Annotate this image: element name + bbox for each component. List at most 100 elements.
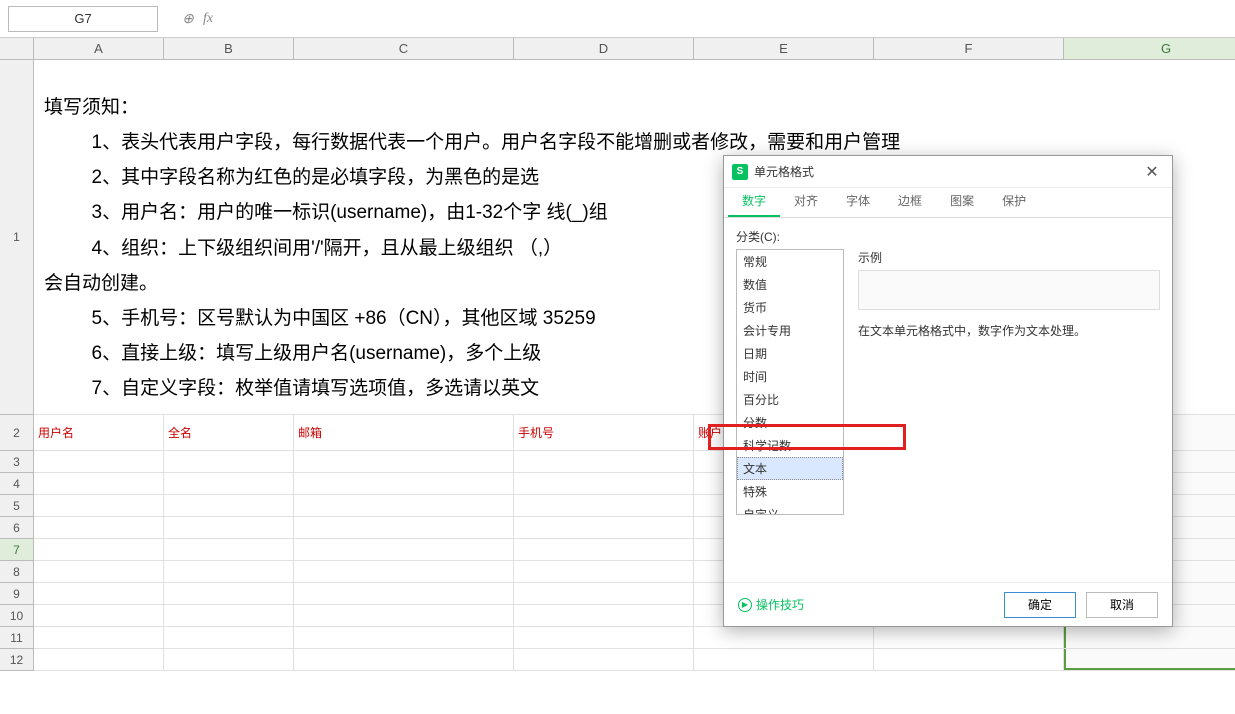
row-header-8[interactable]: 8 [0, 561, 34, 583]
cell-B3[interactable] [164, 451, 294, 472]
row-header-4[interactable]: 4 [0, 473, 34, 495]
cell-G11[interactable] [1064, 627, 1235, 648]
cell-C11[interactable] [294, 627, 514, 648]
cell-C6[interactable] [294, 517, 514, 538]
category-item-自定义[interactable]: 自定义 [737, 503, 843, 515]
cell-A9[interactable] [34, 583, 164, 604]
column-header-A[interactable]: A [34, 38, 164, 59]
cell-A10[interactable] [34, 605, 164, 626]
cell-A3[interactable] [34, 451, 164, 472]
column-header-G[interactable]: G [1064, 38, 1235, 59]
cell-D9[interactable] [514, 583, 694, 604]
cell-D12[interactable] [514, 649, 694, 670]
cell-D7[interactable] [514, 539, 694, 560]
play-icon: ▶ [738, 598, 752, 612]
row-header-6[interactable]: 6 [0, 517, 34, 539]
column-header-D[interactable]: D [514, 38, 694, 59]
category-item-百分比[interactable]: 百分比 [737, 388, 843, 411]
category-item-会计专用[interactable]: 会计专用 [737, 319, 843, 342]
row-header-2[interactable]: 2 [0, 415, 34, 451]
name-box[interactable]: G7 [8, 6, 158, 32]
cell-B9[interactable] [164, 583, 294, 604]
cell-C7[interactable] [294, 539, 514, 560]
category-item-数值[interactable]: 数值 [737, 273, 843, 296]
category-item-常规[interactable]: 常规 [737, 250, 843, 273]
cancel-button[interactable]: 取消 [1086, 592, 1158, 618]
close-icon[interactable]: ✕ [1140, 160, 1164, 184]
fx-icon[interactable]: fx [198, 11, 218, 27]
row-header-9[interactable]: 9 [0, 583, 34, 605]
column-header-F[interactable]: F [874, 38, 1064, 59]
cell-D10[interactable] [514, 605, 694, 626]
category-item-文本[interactable]: 文本 [737, 457, 843, 480]
app-logo-icon: S [732, 164, 748, 180]
header-cell-B[interactable]: 全名 [164, 415, 294, 450]
cell-C9[interactable] [294, 583, 514, 604]
cell-B5[interactable] [164, 495, 294, 516]
ok-button[interactable]: 确定 [1004, 592, 1076, 618]
cell-D6[interactable] [514, 517, 694, 538]
header-cell-A[interactable]: 用户名 [34, 415, 164, 450]
column-headers: ABCDEFG [0, 38, 1235, 60]
row-header-3[interactable]: 3 [0, 451, 34, 473]
row-header-1[interactable]: 1 [0, 60, 34, 415]
row-header-11[interactable]: 11 [0, 627, 34, 649]
cell-A7[interactable] [34, 539, 164, 560]
zoom-icon[interactable]: ⊕ [178, 10, 198, 27]
cell-D11[interactable] [514, 627, 694, 648]
cell-A12[interactable] [34, 649, 164, 670]
category-item-科学记数[interactable]: 科学记数 [737, 434, 843, 457]
category-item-分数[interactable]: 分数 [737, 411, 843, 434]
cell-E12[interactable] [694, 649, 874, 670]
cell-E11[interactable] [694, 627, 874, 648]
header-cell-D[interactable]: 手机号 [514, 415, 694, 450]
row-header-7[interactable]: 7 [0, 539, 34, 561]
row-header-10[interactable]: 10 [0, 605, 34, 627]
cell-A4[interactable] [34, 473, 164, 494]
column-header-B[interactable]: B [164, 38, 294, 59]
tab-图案[interactable]: 图案 [936, 186, 988, 217]
column-header-E[interactable]: E [694, 38, 874, 59]
cell-A6[interactable] [34, 517, 164, 538]
row-header-12[interactable]: 12 [0, 649, 34, 671]
cell-A5[interactable] [34, 495, 164, 516]
cell-B10[interactable] [164, 605, 294, 626]
cell-D3[interactable] [514, 451, 694, 472]
cell-C5[interactable] [294, 495, 514, 516]
tips-link[interactable]: ▶ 操作技巧 [738, 596, 804, 613]
column-header-C[interactable]: C [294, 38, 514, 59]
cell-B8[interactable] [164, 561, 294, 582]
tab-字体[interactable]: 字体 [832, 186, 884, 217]
cell-B12[interactable] [164, 649, 294, 670]
category-list[interactable]: 常规数值货币会计专用日期时间百分比分数科学记数文本特殊自定义 [736, 249, 844, 515]
tab-数字[interactable]: 数字 [728, 186, 780, 217]
cell-B11[interactable] [164, 627, 294, 648]
cell-C10[interactable] [294, 605, 514, 626]
cell-D4[interactable] [514, 473, 694, 494]
tab-保护[interactable]: 保护 [988, 186, 1040, 217]
cell-A8[interactable] [34, 561, 164, 582]
category-item-货币[interactable]: 货币 [737, 296, 843, 319]
cell-B7[interactable] [164, 539, 294, 560]
cell-G12[interactable] [1064, 649, 1235, 670]
category-label: 分类(C): [736, 228, 1160, 245]
header-cell-C[interactable]: 邮箱 [294, 415, 514, 450]
cell-C8[interactable] [294, 561, 514, 582]
cell-F12[interactable] [874, 649, 1064, 670]
cell-F11[interactable] [874, 627, 1064, 648]
category-item-时间[interactable]: 时间 [737, 365, 843, 388]
cell-C12[interactable] [294, 649, 514, 670]
cell-D5[interactable] [514, 495, 694, 516]
tab-边框[interactable]: 边框 [884, 186, 936, 217]
row-header-5[interactable]: 5 [0, 495, 34, 517]
cell-C4[interactable] [294, 473, 514, 494]
category-item-特殊[interactable]: 特殊 [737, 480, 843, 503]
cell-B4[interactable] [164, 473, 294, 494]
cell-A11[interactable] [34, 627, 164, 648]
cell-B6[interactable] [164, 517, 294, 538]
cell-C3[interactable] [294, 451, 514, 472]
cell-D8[interactable] [514, 561, 694, 582]
tab-对齐[interactable]: 对齐 [780, 186, 832, 217]
select-all-corner[interactable] [0, 38, 34, 59]
category-item-日期[interactable]: 日期 [737, 342, 843, 365]
